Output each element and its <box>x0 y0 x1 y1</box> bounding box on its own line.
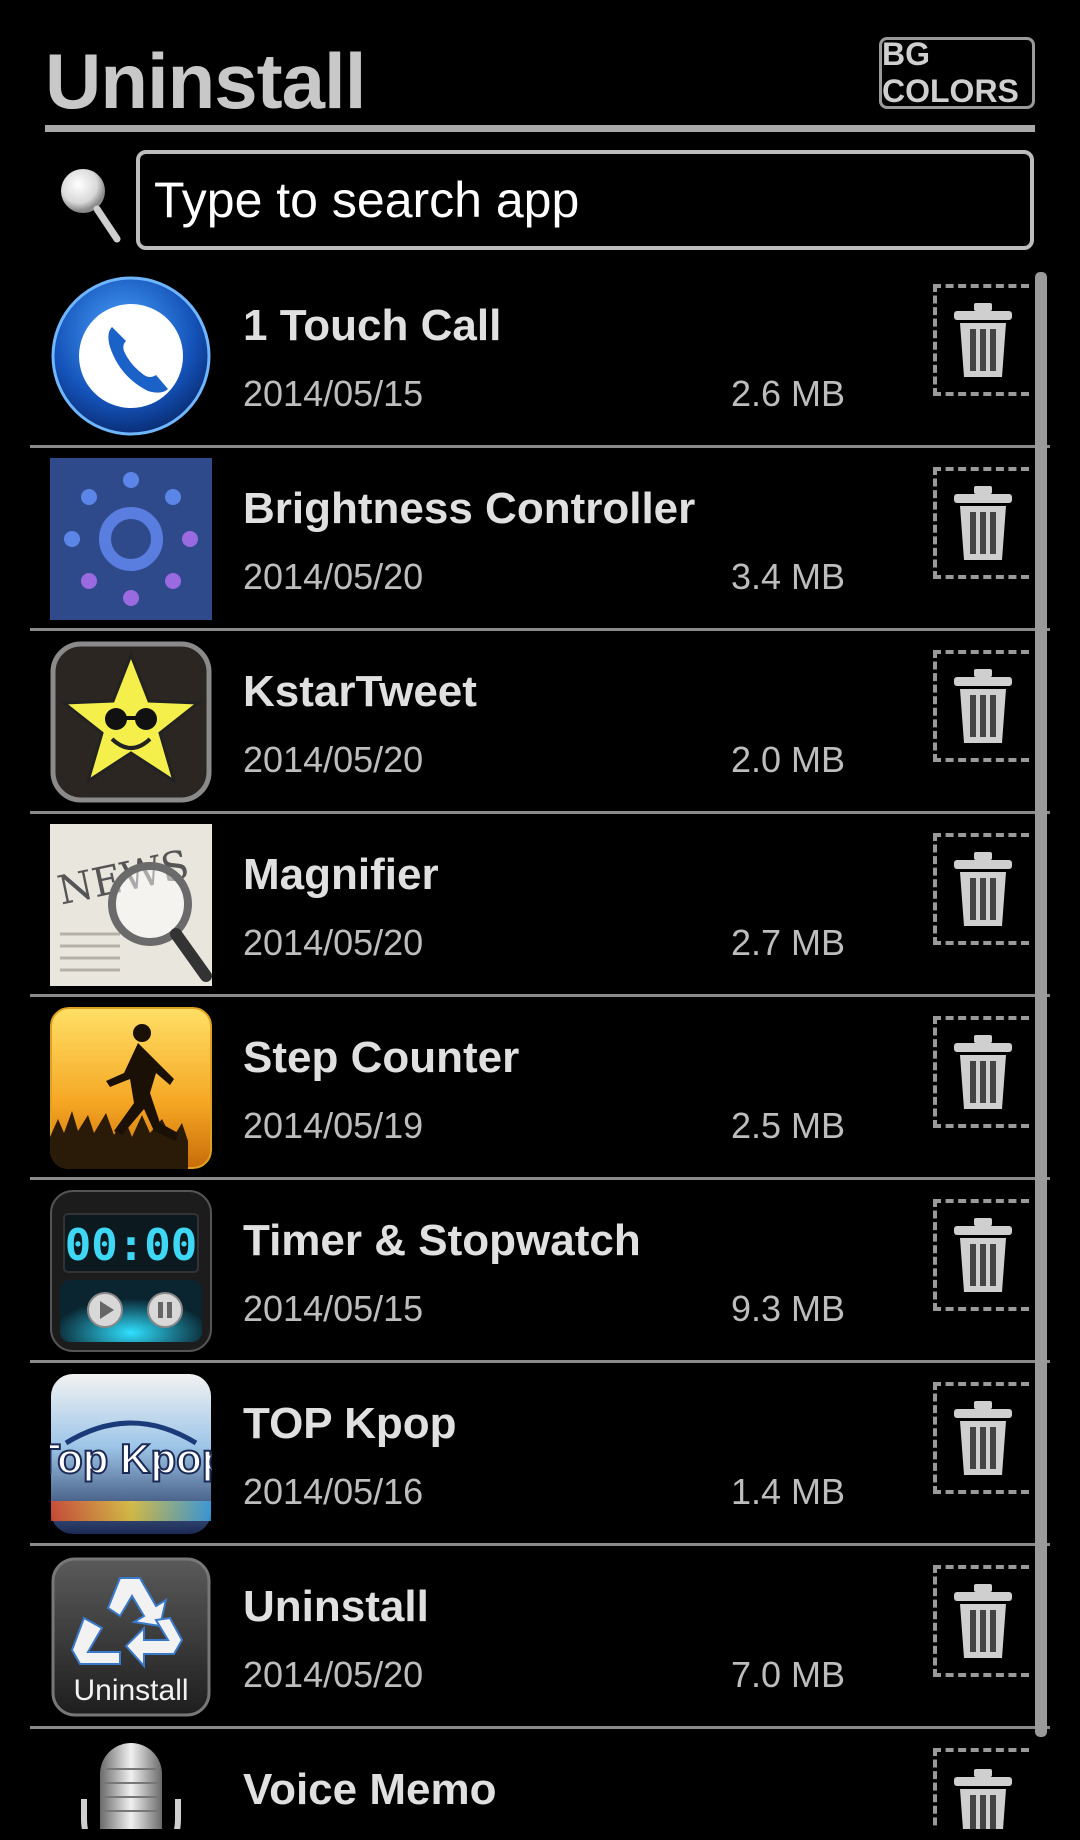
trash-icon <box>954 303 1012 377</box>
app-size: 9.3 MB <box>730 1288 845 1329</box>
app-date: 2014/05/20 <box>243 556 424 597</box>
page-title: Uninstall <box>45 37 366 125</box>
app-size: 7.0 MB <box>730 1654 845 1695</box>
header-divider <box>45 125 1035 132</box>
magnifier-icon <box>55 165 125 245</box>
trash-icon <box>954 852 1012 926</box>
app-name: Step Counter <box>243 1033 520 1082</box>
phone-icon <box>50 275 212 437</box>
delete-button[interactable] <box>933 284 1029 396</box>
delete-button[interactable] <box>933 1748 1029 1829</box>
app-size: 2.0 MB <box>730 739 845 780</box>
list-item[interactable]: Uninstall Uninstall 2014/05/20 7.0 MB <box>30 1546 1050 1729</box>
app-name: 1 Touch Call <box>243 301 502 350</box>
search-input[interactable]: Type to search app <box>136 150 1034 250</box>
search-placeholder: Type to search app <box>154 172 580 228</box>
list-item[interactable]: Voice Memo <box>30 1729 1050 1829</box>
delete-button[interactable] <box>933 1382 1029 1494</box>
uninstall-screen: Uninstall BG COLORS Type to search app 1… <box>0 0 1080 1840</box>
app-size: 1.4 MB <box>730 1471 845 1512</box>
app-name: Voice Memo <box>243 1765 497 1814</box>
list-item[interactable]: Step Counter 2014/05/19 2.5 MB <box>30 997 1050 1180</box>
trash-icon <box>954 486 1012 560</box>
app-name: Uninstall <box>243 1582 429 1631</box>
trash-icon <box>954 1218 1012 1292</box>
app-size: 2.6 MB <box>730 373 845 414</box>
app-name: Magnifier <box>243 850 439 899</box>
app-date: 2014/05/20 <box>243 1654 424 1695</box>
app-size: 2.7 MB <box>730 922 845 963</box>
app-date: 2014/05/16 <box>243 1471 424 1512</box>
list-item[interactable]: 1 Touch Call 2014/05/15 2.6 MB <box>30 265 1050 448</box>
app-date: 2014/05/19 <box>243 1105 424 1146</box>
list-item[interactable]: Top Kpop TOP Kpop 2014/05/16 1.4 MB <box>30 1363 1050 1546</box>
scrollbar[interactable] <box>1035 272 1047 1737</box>
app-name: Brightness Controller <box>243 484 696 533</box>
list-item[interactable]: NEWS Magnifier 2014/05/20 2.7 MB <box>30 814 1050 997</box>
app-size: 2.5 MB <box>730 1105 845 1146</box>
star-sunglasses-icon <box>50 641 212 803</box>
brightness-icon <box>50 458 212 620</box>
app-name: Timer & Stopwatch <box>243 1216 641 1265</box>
trash-icon <box>954 669 1012 743</box>
runner-icon <box>50 1007 212 1169</box>
top-kpop-logo-text: Top Kpop <box>50 1435 212 1482</box>
app-date: 2014/05/15 <box>243 1288 424 1329</box>
app-size: 3.4 MB <box>730 556 845 597</box>
app-date: 2014/05/20 <box>243 922 424 963</box>
delete-button[interactable] <box>933 1565 1029 1677</box>
bg-colors-button[interactable]: BG COLORS <box>879 36 1035 109</box>
news-magnifier-icon: NEWS <box>50 824 212 986</box>
delete-button[interactable] <box>933 650 1029 762</box>
timer-display: 00:00 <box>65 1220 197 1271</box>
trash-icon <box>954 1035 1012 1109</box>
delete-button[interactable] <box>933 1016 1029 1128</box>
top-kpop-icon: Top Kpop <box>50 1373 212 1535</box>
trash-icon <box>954 1769 1012 1829</box>
trash-icon <box>954 1584 1012 1658</box>
timer-icon: 00:00 <box>50 1190 212 1352</box>
delete-button[interactable] <box>933 467 1029 579</box>
delete-button[interactable] <box>933 1199 1029 1311</box>
trash-icon <box>954 1401 1012 1475</box>
header: Uninstall BG COLORS <box>45 32 1035 132</box>
delete-button[interactable] <box>933 833 1029 945</box>
app-date: 2014/05/20 <box>243 739 424 780</box>
list-item[interactable]: 00:00 Timer & Stopwatch 2014/05/15 9.3 M… <box>30 1180 1050 1363</box>
app-list[interactable]: 1 Touch Call 2014/05/15 2.6 MB Brightnes… <box>30 265 1050 1829</box>
app-name: KstarTweet <box>243 667 477 716</box>
microphone-icon <box>50 1739 212 1829</box>
app-name: TOP Kpop <box>243 1399 457 1448</box>
recycle-icon: Uninstall <box>50 1556 212 1718</box>
list-item[interactable]: Brightness Controller 2014/05/20 3.4 MB <box>30 448 1050 631</box>
uninstall-logo-text: Uninstall <box>73 1674 188 1707</box>
app-date: 2014/05/15 <box>243 373 424 414</box>
list-item[interactable]: KstarTweet 2014/05/20 2.0 MB <box>30 631 1050 814</box>
